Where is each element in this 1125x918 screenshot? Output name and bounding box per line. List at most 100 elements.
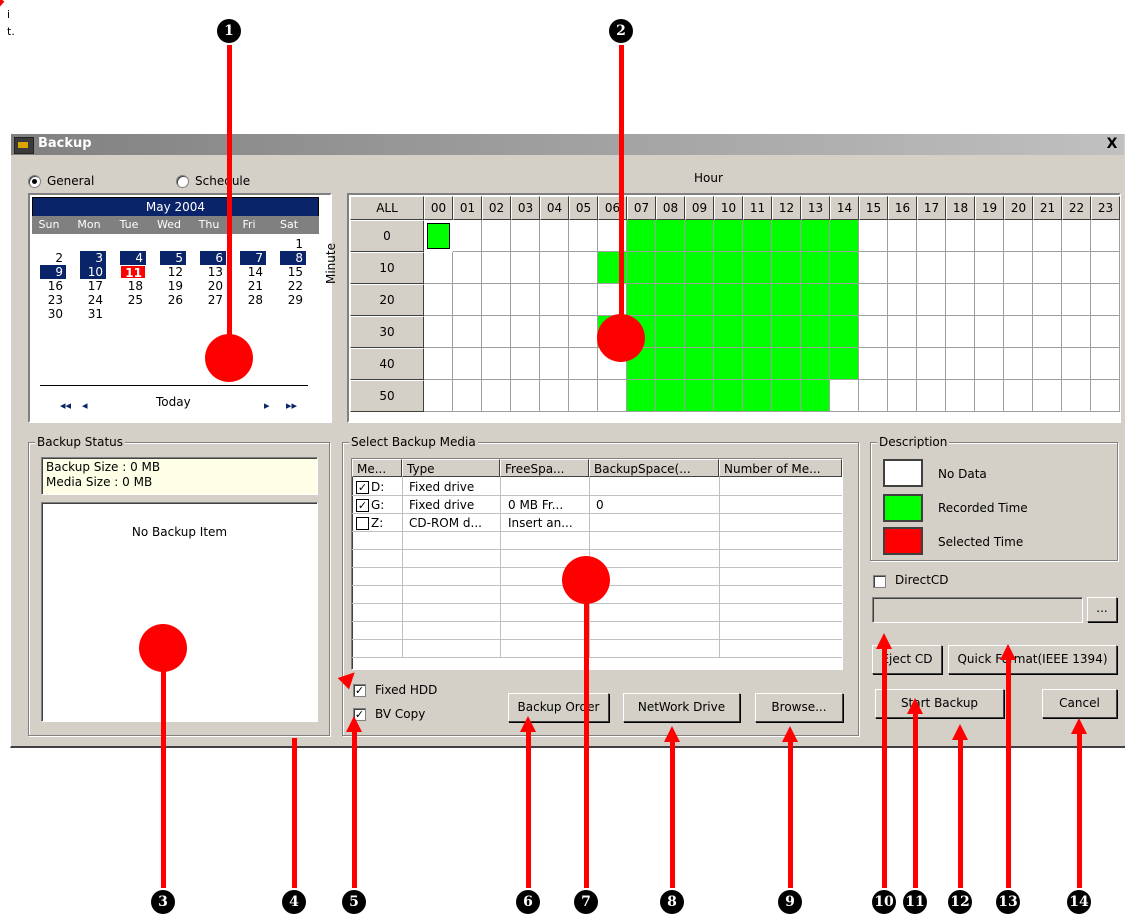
hour-cell[interactable]: [424, 284, 453, 316]
hour-cell[interactable]: [917, 348, 946, 380]
calendar-day[interactable]: 5: [160, 251, 186, 265]
hour-cell[interactable]: [627, 252, 656, 284]
hour-cell[interactable]: [627, 220, 656, 252]
hour-cell[interactable]: [1062, 380, 1091, 412]
quick-format-button[interactable]: Quick Format(IEEE 1394): [948, 645, 1117, 674]
last-month-icon[interactable]: ▸▸: [286, 399, 297, 412]
hour-cell[interactable]: [1033, 348, 1062, 380]
calendar-day[interactable]: 8: [280, 251, 306, 265]
hour-cell[interactable]: [743, 348, 772, 380]
hour-cell[interactable]: [743, 252, 772, 284]
hour-cell[interactable]: [917, 380, 946, 412]
hour-cell[interactable]: [801, 284, 830, 316]
hour-header[interactable]: 14: [830, 196, 859, 220]
hour-cell[interactable]: [598, 348, 627, 380]
hour-header[interactable]: 20: [1004, 196, 1033, 220]
hour-cell[interactable]: [424, 316, 453, 348]
hour-cell[interactable]: [424, 348, 453, 380]
hour-cell[interactable]: [511, 316, 540, 348]
directcd-checkbox[interactable]: [873, 575, 886, 588]
hour-header[interactable]: 15: [859, 196, 888, 220]
calendar-day[interactable]: 19: [160, 279, 186, 293]
today-button[interactable]: Today: [156, 395, 191, 409]
network-drive-button[interactable]: NetWork Drive: [623, 693, 740, 722]
hour-cell[interactable]: [830, 316, 859, 348]
hour-cell[interactable]: [772, 252, 801, 284]
media-row[interactable]: ✓ D: Fixed drive: [352, 478, 842, 496]
hour-cell[interactable]: [801, 348, 830, 380]
hour-cell[interactable]: [540, 380, 569, 412]
hour-cell[interactable]: [569, 316, 598, 348]
hour-cell[interactable]: [1033, 284, 1062, 316]
directcd-path-field[interactable]: [872, 597, 1083, 623]
hour-cell[interactable]: [453, 284, 482, 316]
hour-cell[interactable]: [946, 220, 975, 252]
hour-header[interactable]: 00: [424, 196, 453, 220]
calendar-day[interactable]: 25: [120, 293, 146, 307]
hour-cell[interactable]: [1091, 316, 1120, 348]
hour-cell[interactable]: [830, 284, 859, 316]
hour-cell[interactable]: [1004, 284, 1033, 316]
media-column-header[interactable]: BackupSpace(...: [589, 459, 719, 477]
hour-cell[interactable]: [714, 380, 743, 412]
calendar-day[interactable]: 1: [280, 237, 306, 251]
hour-cell[interactable]: [424, 380, 453, 412]
hour-cell[interactable]: [627, 348, 656, 380]
hour-cell[interactable]: [1062, 316, 1091, 348]
eject-cd-button[interactable]: Eject CD: [872, 645, 942, 674]
hour-cell[interactable]: [888, 348, 917, 380]
hour-cell[interactable]: [1033, 316, 1062, 348]
hour-cell[interactable]: [975, 252, 1004, 284]
hour-cell[interactable]: [830, 220, 859, 252]
hour-header[interactable]: 04: [540, 196, 569, 220]
hour-cell[interactable]: [598, 380, 627, 412]
calendar-day[interactable]: 21: [240, 279, 266, 293]
hour-header[interactable]: 05: [569, 196, 598, 220]
hour-cell[interactable]: [801, 380, 830, 412]
bv-copy-checkbox[interactable]: ✓: [353, 708, 366, 721]
hour-cell[interactable]: [1062, 284, 1091, 316]
hour-cell[interactable]: [772, 316, 801, 348]
hour-cell[interactable]: [946, 380, 975, 412]
hour-cell[interactable]: [1091, 380, 1120, 412]
calendar-day[interactable]: 20: [200, 279, 226, 293]
hour-cell[interactable]: [714, 348, 743, 380]
hour-header[interactable]: 07: [627, 196, 656, 220]
hour-cell[interactable]: [482, 316, 511, 348]
hour-header[interactable]: 06: [598, 196, 627, 220]
hour-cell[interactable]: [830, 348, 859, 380]
hour-cell[interactable]: [772, 284, 801, 316]
hour-cell[interactable]: [511, 348, 540, 380]
hour-cell[interactable]: [453, 380, 482, 412]
cancel-button[interactable]: Cancel: [1042, 689, 1117, 718]
calendar-day[interactable]: 7: [240, 251, 266, 265]
hour-cell[interactable]: [627, 284, 656, 316]
hour-cell[interactable]: [569, 380, 598, 412]
hour-cell[interactable]: [1062, 252, 1091, 284]
hour-cell[interactable]: [946, 316, 975, 348]
hour-cell[interactable]: [1004, 220, 1033, 252]
hour-cell[interactable]: [859, 316, 888, 348]
hour-cell[interactable]: [482, 220, 511, 252]
media-column-header[interactable]: Number of Me...: [719, 459, 842, 477]
backup-order-button[interactable]: Backup Order: [508, 693, 609, 722]
minute-header[interactable]: 40: [350, 348, 424, 380]
hour-header[interactable]: 17: [917, 196, 946, 220]
hour-cell[interactable]: [540, 220, 569, 252]
media-checkbox[interactable]: [356, 517, 369, 530]
hour-cell[interactable]: [743, 220, 772, 252]
directcd-browse-button[interactable]: ...: [1087, 597, 1117, 622]
media-column-header[interactable]: Type: [402, 459, 500, 477]
hour-cell[interactable]: [1091, 348, 1120, 380]
hour-header[interactable]: 21: [1033, 196, 1062, 220]
media-checkbox[interactable]: ✓: [356, 481, 369, 494]
calendar-day[interactable]: 29: [280, 293, 306, 307]
hour-cell[interactable]: [569, 220, 598, 252]
minute-header[interactable]: 50: [350, 380, 424, 412]
calendar-day[interactable]: 3: [80, 251, 106, 265]
calendar-day[interactable]: 10: [80, 265, 106, 279]
hour-header[interactable]: 23: [1091, 196, 1120, 220]
hour-cell[interactable]: [859, 252, 888, 284]
calendar-day[interactable]: 11: [120, 265, 146, 280]
hour-header[interactable]: 03: [511, 196, 540, 220]
